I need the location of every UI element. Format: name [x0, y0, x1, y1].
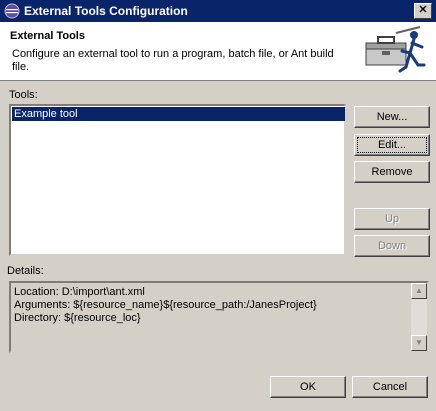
list-item[interactable]: Example tool — [12, 107, 345, 121]
window-title: External Tools Configuration — [24, 4, 188, 18]
tools-label: Tools: — [9, 89, 38, 101]
up-arrow-icon: ▲ — [415, 286, 423, 295]
title-bar[interactable]: External Tools Configuration ✕ — [0, 0, 436, 22]
scroll-down-button[interactable]: ▼ — [411, 335, 427, 351]
close-button[interactable]: ✕ — [414, 3, 432, 19]
remove-button[interactable]: Remove — [354, 161, 430, 183]
details-location: Location: D:\import\ant.xml — [14, 286, 145, 298]
header-description: Configure an external tool to run a prog… — [12, 48, 334, 73]
edit-button[interactable]: Edit... — [354, 134, 430, 156]
details-arguments: Arguments: ${resource_name}${resource_pa… — [14, 299, 317, 311]
close-icon: ✕ — [418, 4, 428, 16]
tools-list[interactable]: Example tool — [9, 104, 346, 256]
eclipse-icon — [4, 3, 20, 19]
ok-button[interactable]: OK — [270, 376, 346, 398]
cancel-button[interactable]: Cancel — [352, 376, 428, 398]
header-title: External Tools — [10, 30, 85, 42]
up-button[interactable]: Up — [354, 208, 430, 230]
details-scrollbar[interactable]: ▲ ▼ — [411, 283, 427, 351]
scroll-up-button[interactable]: ▲ — [411, 283, 427, 299]
toolbox-runner-icon — [365, 26, 426, 73]
new-button[interactable]: New... — [354, 106, 430, 128]
down-button[interactable]: Down — [354, 235, 430, 257]
details-text: Location: D:\import\ant.xml Arguments: $… — [9, 281, 429, 353]
down-arrow-icon: ▼ — [415, 338, 423, 347]
details-label: Details: — [7, 265, 44, 277]
dialog-header: External Tools Configure an external too… — [0, 22, 436, 81]
details-directory: Directory: ${resource_loc} — [14, 312, 141, 324]
